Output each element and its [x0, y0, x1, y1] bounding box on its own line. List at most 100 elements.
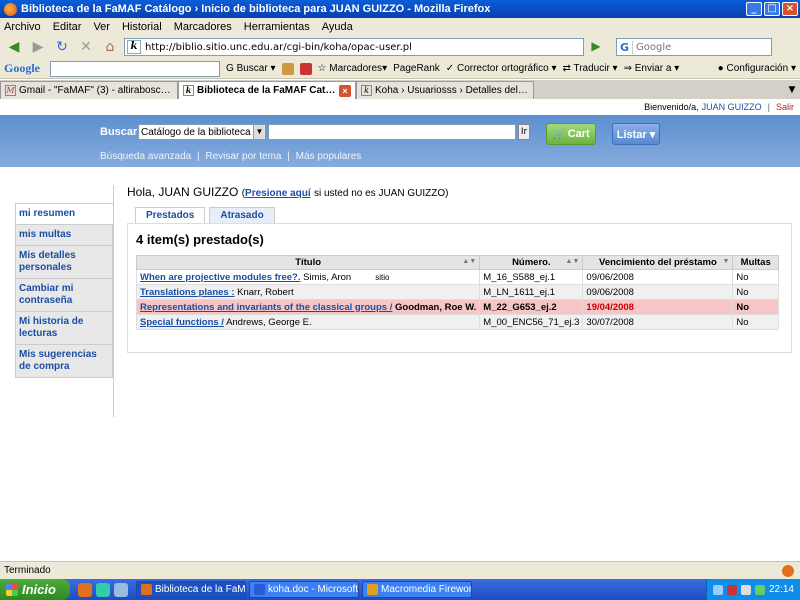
cart-button[interactable]: 🛒 Cart: [546, 123, 596, 145]
browser-tab-label: Koha › Usuariosss › Detalles del usuario…: [375, 85, 529, 96]
url-bar[interactable]: k: [124, 38, 584, 56]
clock[interactable]: 22:14: [769, 584, 794, 595]
title-link[interactable]: When are projective modules free?.: [140, 272, 301, 283]
tab-close-icon[interactable]: ×: [339, 84, 351, 97]
google-g-icon[interactable]: G: [617, 40, 633, 54]
column-header-titulo[interactable]: Título ▲▼: [135, 255, 481, 270]
table-row-overdue: Representations and invariants of the cl…: [135, 299, 779, 315]
taskbar-item-firefox[interactable]: Biblioteca de la FaMA...: [136, 581, 246, 598]
media-quicklaunch-icon[interactable]: [96, 582, 110, 597]
cell-number: M_LN_1611_ej.1: [479, 284, 584, 300]
configuracion-button[interactable]: ● Configuración ▾: [718, 63, 796, 74]
toolbar-mail-icon[interactable]: [299, 62, 312, 75]
back-arrow-icon[interactable]: ◀: [4, 38, 24, 56]
sort-icon: ▲▼: [565, 258, 580, 265]
cell-due: 09/06/2008: [582, 284, 734, 300]
cart-label: Cart: [567, 128, 590, 140]
sidebar-item-mi-resumen[interactable]: mi resumen: [15, 203, 113, 224]
not-you-link[interactable]: Presione aquí: [245, 188, 311, 199]
close-button[interactable]: ×: [782, 2, 798, 16]
status-addon-icon[interactable]: [782, 564, 794, 577]
catalog-search-input[interactable]: [268, 124, 516, 140]
corrector-button[interactable]: ✓ Corrector ortográfico ▾: [446, 63, 557, 74]
sidebar-item-mis-multas[interactable]: mis multas: [15, 224, 113, 245]
user-bar: Bienvenido/a, JUAN GUIZZO | Salir: [0, 99, 800, 115]
menu-marcadores[interactable]: Marcadores: [174, 21, 232, 33]
sublink-separator: |: [196, 151, 200, 162]
reload-icon[interactable]: ↻: [52, 38, 72, 56]
title-link[interactable]: Translations planes :: [140, 287, 235, 298]
maximize-button[interactable]: □: [764, 2, 780, 16]
user-sidebar: mi resumen mis multas Mis detalles perso…: [15, 203, 113, 378]
menu-editar[interactable]: Editar: [53, 21, 82, 33]
browser-tab-biblioteca[interactable]: k Biblioteca de la FaMAF Catálog... ×: [178, 81, 356, 99]
tab-prestados[interactable]: Prestados: [135, 207, 206, 223]
tab-atrasado[interactable]: Atrasado: [209, 207, 275, 223]
menu-archivo[interactable]: Archivo: [4, 21, 41, 33]
firefox-icon: [4, 2, 17, 16]
home-icon[interactable]: ⌂: [100, 38, 120, 56]
catalog-select-value: Catálogo de la biblioteca: [141, 126, 251, 138]
username-link[interactable]: JUAN GUIZZO: [702, 102, 762, 112]
opac-header: Buscar Catálogo de la biblioteca ▼ Ir 🛒 …: [0, 115, 800, 167]
menu-ver[interactable]: Ver: [93, 21, 110, 33]
url-input[interactable]: [145, 41, 583, 53]
advanced-search-link[interactable]: Búsqueda avanzada: [100, 151, 191, 162]
column-header-vencimiento[interactable]: Vencimiento del préstamo ▼: [582, 255, 734, 270]
tray-security-icon[interactable]: [726, 584, 737, 595]
taskbar-item-fireworks[interactable]: Macromedia Firework...: [362, 581, 472, 598]
corrector-label: Corrector ortográfico: [456, 63, 549, 74]
pagerank-indicator[interactable]: PageRank: [393, 63, 440, 74]
firefox-quicklaunch-icon[interactable]: [78, 582, 92, 597]
table-row: When are projective modules free?. Simis…: [135, 269, 779, 285]
catalog-select[interactable]: Catálogo de la biblioteca ▼: [138, 124, 266, 140]
tray-signal-icon[interactable]: [754, 584, 765, 595]
sidebar-item-sugerencias[interactable]: Mis sugerencias de compra: [15, 344, 113, 378]
browser-tab-koha[interactable]: k Koha › Usuariosss › Detalles del usuar…: [356, 81, 534, 99]
tray-volume-icon[interactable]: [740, 584, 751, 595]
tab-list-arrow-icon[interactable]: ▼: [784, 85, 800, 99]
chevron-down-icon[interactable]: ▼: [253, 125, 265, 139]
search-go-button[interactable]: Ir: [518, 124, 530, 140]
desktop-quicklaunch-icon[interactable]: [114, 582, 128, 597]
tray-network-icon[interactable]: [712, 584, 723, 595]
lists-button[interactable]: Listar ▾: [612, 123, 660, 145]
google-marcadores-button[interactable]: ☆ Marcadores▾: [318, 63, 388, 74]
go-arrow-icon[interactable]: ▶: [588, 39, 604, 55]
loans-panel: 4 item(s) prestado(s) Título ▲▼ Número. ▲▼…: [127, 223, 792, 353]
traducir-button[interactable]: ⇄ Traducir ▾: [562, 63, 617, 74]
site-favicon-icon: k: [127, 40, 141, 54]
sidebar-item-cambiar-contrasena[interactable]: Cambiar mi contraseña: [15, 278, 113, 311]
configuracion-label: Configuración: [726, 63, 789, 74]
sort-icon: ▲▼: [462, 258, 477, 265]
google-toolbar-input[interactable]: [50, 60, 220, 77]
minimize-button[interactable]: _: [746, 2, 762, 16]
logout-link[interactable]: Salir: [776, 102, 794, 112]
sidebar-item-mis-detalles[interactable]: Mis detalles personales: [15, 245, 113, 278]
start-button[interactable]: Inicio: [0, 579, 70, 600]
toolbar-popup-icon[interactable]: [281, 62, 294, 75]
menu-ayuda[interactable]: Ayuda: [322, 21, 353, 33]
cell-author: Andrews, George E.: [226, 316, 312, 328]
taskbar-item-word[interactable]: koha.doc - Microsoft ...: [249, 581, 359, 598]
enviar-button[interactable]: ⇒ Enviar a ▾: [624, 63, 680, 74]
most-popular-link[interactable]: Más populares: [296, 151, 362, 162]
title-link[interactable]: Special functions /: [140, 317, 224, 328]
cell-title: Translations planes : Knarr, Robert: [135, 284, 481, 300]
column-header-numero[interactable]: Número. ▲▼: [479, 255, 584, 270]
browse-by-subject-link[interactable]: Revisar por tema: [205, 151, 281, 162]
browser-tab-gmail[interactable]: M Gmail - "FaMAF" (3) - altiraboschi@gma…: [0, 81, 178, 99]
search-engine-input[interactable]: [633, 41, 753, 53]
menu-historial[interactable]: Historial: [122, 21, 162, 33]
forward-arrow-icon[interactable]: ▶: [28, 38, 48, 56]
search-label: Buscar: [100, 126, 138, 138]
search-engine-box[interactable]: G: [616, 38, 772, 56]
stop-icon[interactable]: ✕: [76, 38, 96, 56]
taskbar-item-label: Macromedia Firework...: [381, 584, 472, 595]
google-marcadores-label: Marcadores: [329, 63, 383, 74]
greeting-hello: Hola, JUAN GUIZZO: [127, 185, 239, 199]
title-link[interactable]: Representations and invariants of the cl…: [140, 302, 392, 313]
menu-herramientas[interactable]: Herramientas: [244, 21, 310, 33]
sidebar-item-historia-lecturas[interactable]: Mi historia de lecturas: [15, 311, 113, 344]
google-buscar-button[interactable]: G Buscar ▾: [226, 63, 276, 74]
